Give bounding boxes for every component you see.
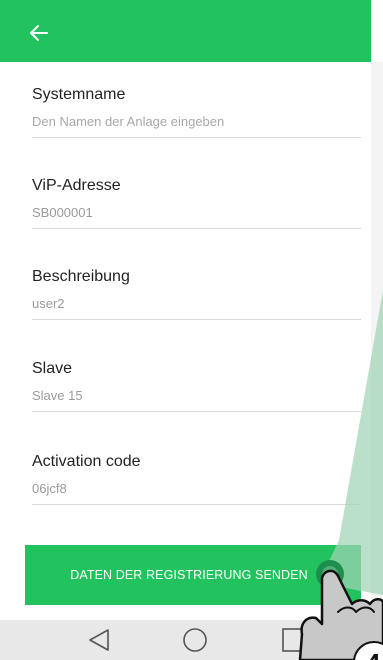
systemname-label: Systemname — [32, 86, 126, 103]
app-bar — [0, 0, 371, 62]
circle-home-icon — [183, 628, 207, 652]
nav-back-button[interactable] — [84, 626, 114, 654]
nav-recents-button[interactable] — [279, 626, 309, 654]
scroll-edge — [371, 62, 383, 622]
slave-underline — [32, 411, 361, 412]
system-nav-bar — [0, 620, 383, 660]
vip-address-underline — [32, 228, 361, 229]
vip-address-label: ViP-Adresse — [32, 177, 121, 194]
vip-address-value[interactable]: SB000001 — [32, 204, 361, 222]
nav-home-button[interactable] — [180, 626, 210, 654]
activation-code-value[interactable]: 06jcf8 — [32, 480, 361, 498]
activation-code-underline — [32, 504, 361, 505]
systemname-underline — [32, 137, 361, 138]
systemname-field: Systemname — [32, 85, 361, 138]
vip-address-field: ViP-Adresse SB000001 — [32, 176, 361, 229]
systemname-input[interactable] — [32, 113, 361, 131]
submit-registration-button[interactable]: DATEN DER REGISTRIERUNG SENDEN — [25, 545, 361, 605]
description-field: Beschreibung user2 — [32, 267, 361, 320]
description-value[interactable]: user2 — [32, 295, 361, 313]
back-button[interactable] — [28, 22, 50, 44]
activation-code-label: Activation code — [32, 453, 141, 470]
square-recents-icon — [282, 628, 306, 652]
slave-field: Slave Slave 15 — [32, 359, 361, 412]
slave-value[interactable]: Slave 15 — [32, 387, 361, 405]
slave-label: Slave — [32, 360, 73, 377]
activation-code-field: Activation code 06jcf8 — [32, 452, 361, 505]
description-label: Beschreibung — [32, 268, 130, 285]
triangle-back-icon — [89, 629, 109, 651]
description-underline — [32, 319, 361, 320]
arrow-left-icon — [30, 25, 48, 41]
